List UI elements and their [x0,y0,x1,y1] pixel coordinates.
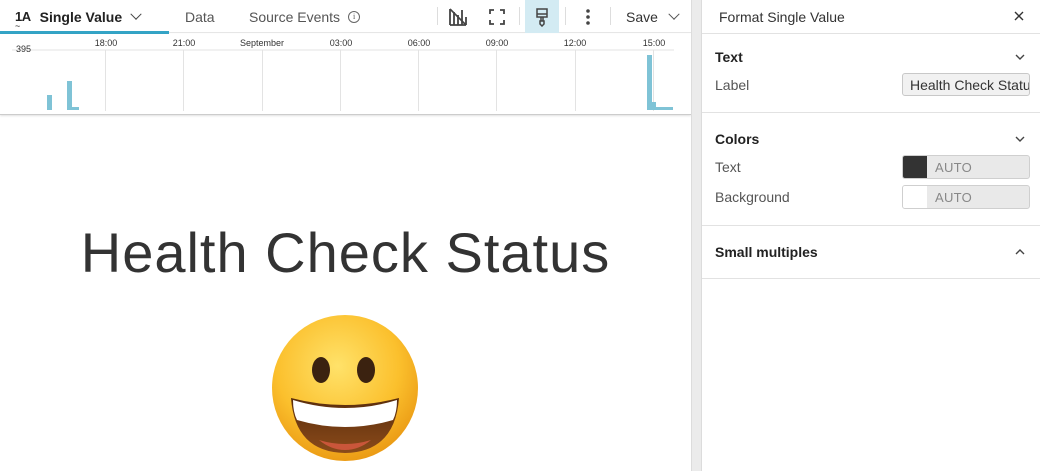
histogram-time-label: 03:00 [330,38,353,48]
app-root: 1A ~ Single Value Data Source Events i S… [0,0,1040,471]
tab-data-label: Data [185,8,215,25]
histogram-time-label: 15:00 [643,38,666,48]
histogram-time-label: 21:00 [173,38,196,48]
single-value-label: Health Check Status [80,221,611,284]
histogram-y-max-label: 395 [16,44,31,54]
kebab-menu-icon [586,8,590,25]
text-color-value: AUTO [935,159,973,175]
visualization-pane: 1A ~ Single Value Data Source Events i S… [0,0,691,471]
toolbar-divider [565,7,566,25]
fullscreen-button[interactable] [480,0,514,33]
close-icon[interactable] [1012,9,1026,23]
save-label: Save [626,8,658,25]
panel-resize-handle[interactable] [691,0,702,471]
colors-section-title[interactable]: Colors [715,131,759,147]
single-value-viz-icon: 1A ~ [15,9,31,31]
info-icon[interactable]: i [348,10,361,23]
text-section-title[interactable]: Text [715,49,743,65]
histogram-gridlines [12,49,674,111]
histogram-time-label: 06:00 [408,38,431,48]
emoji-left-eye [312,357,330,383]
small-multiples-section: Small multiples [702,226,1040,279]
toolbar: 1A ~ Single Value Data Source Events i S… [0,0,691,34]
tab-source-events[interactable]: Source Events i [249,0,361,33]
paintbrush-icon [536,7,548,27]
viz-icon-squiggle: ~ [15,21,20,31]
histogram-time-label: 09:00 [486,38,509,48]
chevron-down-icon [130,8,142,20]
colors-section: Colors Text AUTO Background AUTO [702,113,1040,226]
viz-type-label: Single Value [39,8,123,25]
format-panel: Format Single Value Text Label Health Ch… [702,0,1040,471]
chart-toggle-button[interactable] [441,0,475,33]
chevron-down-icon [668,8,680,20]
text-section: Text Label Health Check Status [702,34,1040,113]
histogram-svg: 395 18:00 21:00 September 03:00 06:00 09… [12,38,674,111]
more-options-button[interactable] [571,0,605,33]
format-button[interactable] [525,0,559,33]
format-panel-header: Format Single Value [702,0,1040,34]
histogram-toggle-icon [449,7,467,26]
histogram-bar [67,81,72,110]
emoji-right-eye [357,357,375,383]
histogram-bar [47,95,52,110]
tab-source-events-label: Source Events [249,8,341,25]
background-color-swatch[interactable] [903,186,927,208]
save-button[interactable]: Save [618,0,680,33]
viz-type-selector[interactable]: 1A ~ Single Value [0,0,169,34]
toolbar-divider [610,7,611,25]
format-panel-title: Format Single Value [719,8,845,25]
histogram-time-label: September [240,38,284,48]
histogram-time-label: 18:00 [95,38,118,48]
histogram-bars [47,55,673,110]
histogram-time-label: 12:00 [564,38,587,48]
label-input[interactable]: Health Check Status [902,73,1030,96]
chevron-down-icon[interactable] [1014,133,1026,145]
small-multiples-section-title[interactable]: Small multiples [715,244,818,260]
chevron-down-icon[interactable] [1014,51,1026,63]
label-field-label: Label [715,77,750,93]
text-color-label: Text [715,159,741,175]
histogram-bar [72,107,79,110]
background-color-picker[interactable]: AUTO [902,185,1030,209]
text-color-swatch[interactable] [903,156,927,178]
histogram-bar [656,107,673,110]
event-histogram[interactable]: 395 18:00 21:00 September 03:00 06:00 09… [0,34,691,115]
tab-data[interactable]: Data [185,0,215,33]
toolbar-divider [519,7,520,25]
background-color-value: AUTO [935,189,973,205]
grinning-face-emoji-icon [272,315,418,461]
background-color-label: Background [715,189,790,205]
chevron-up-icon[interactable] [1014,246,1026,258]
toolbar-divider [437,7,438,25]
fullscreen-icon [489,8,505,25]
text-color-picker[interactable]: AUTO [902,155,1030,179]
histogram-bar [647,55,652,110]
histogram-bar [652,102,656,110]
